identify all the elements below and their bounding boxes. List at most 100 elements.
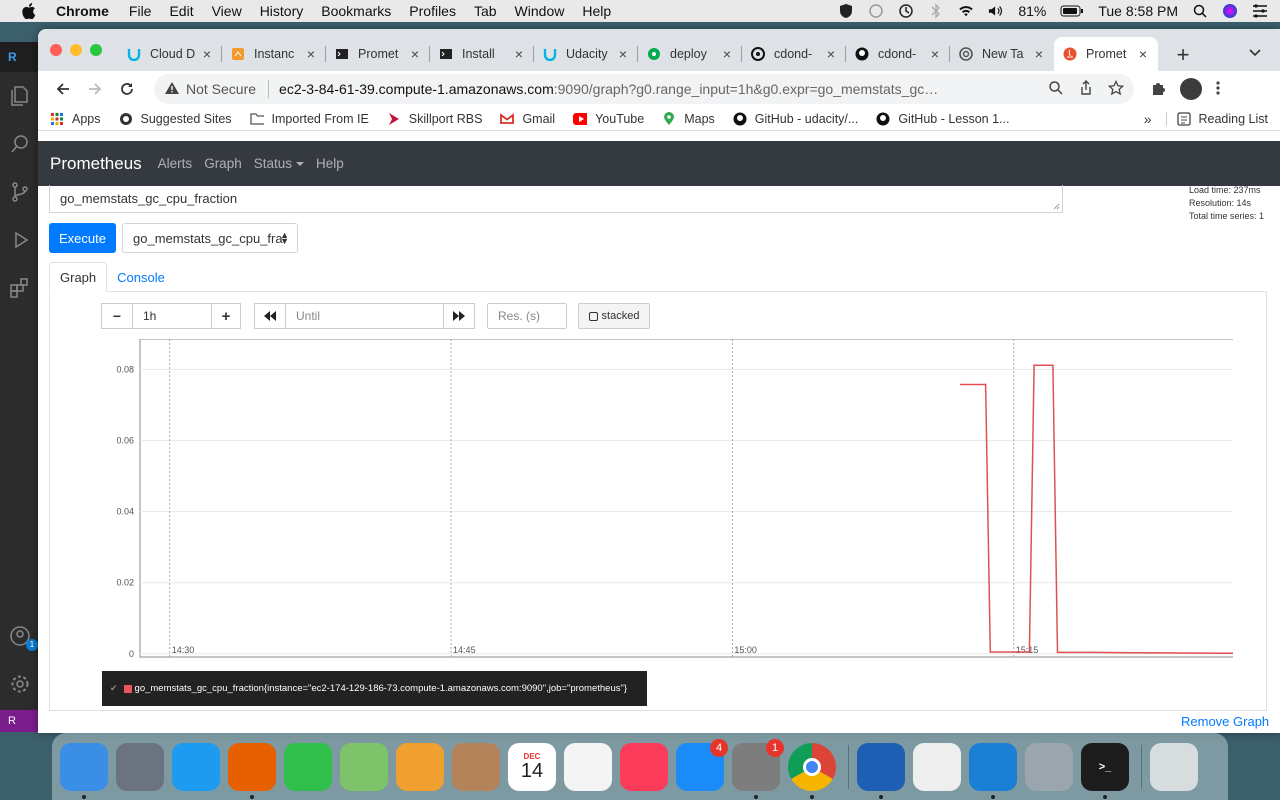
close-tab-icon[interactable]: × bbox=[304, 46, 318, 62]
time-machine-icon[interactable] bbox=[898, 4, 914, 18]
menu-history[interactable]: History bbox=[260, 3, 304, 19]
menu-file[interactable]: File bbox=[129, 3, 152, 19]
browser-tab[interactable]: Promet × bbox=[326, 37, 430, 71]
close-window-button[interactable] bbox=[50, 44, 62, 56]
browser-tab[interactable]: deploy × bbox=[638, 37, 742, 71]
manage-gear-icon[interactable] bbox=[0, 660, 40, 708]
bookmark-github-lesson[interactable]: GitHub - Lesson 1... bbox=[876, 112, 1009, 126]
app-store-icon[interactable]: 4 bbox=[676, 738, 728, 791]
contacts-icon[interactable] bbox=[452, 742, 500, 791]
facetime-icon[interactable] bbox=[284, 742, 332, 791]
until-input[interactable]: Until bbox=[286, 303, 444, 329]
browser-tab[interactable]: Cloud D × bbox=[118, 37, 222, 71]
terminal-icon[interactable]: >_ bbox=[1081, 742, 1129, 799]
forward-arrow-icon[interactable] bbox=[80, 74, 110, 104]
photos-icon[interactable] bbox=[396, 742, 444, 791]
prometheus-brand[interactable]: Prometheus bbox=[50, 154, 142, 174]
finder-icon[interactable] bbox=[60, 742, 108, 799]
menu-app-chrome[interactable]: Chrome bbox=[56, 3, 109, 19]
keychain-icon[interactable] bbox=[1025, 742, 1073, 791]
stacked-toggle-button[interactable]: stacked bbox=[578, 303, 650, 329]
browser-tab[interactable]: Instanc × bbox=[222, 37, 326, 71]
expression-input[interactable]: go_memstats_gc_cpu_fraction bbox=[49, 185, 1063, 213]
range-increase-button[interactable]: + bbox=[211, 303, 241, 329]
range-decrease-button[interactable]: − bbox=[101, 303, 133, 329]
accounts-icon[interactable]: 1 bbox=[0, 612, 40, 660]
security-status[interactable]: Not Secure bbox=[186, 81, 256, 97]
close-tab-icon[interactable]: × bbox=[1032, 46, 1046, 62]
close-tab-icon[interactable]: × bbox=[1136, 46, 1150, 62]
close-tab-icon[interactable]: × bbox=[512, 46, 526, 62]
spotlight-search-icon[interactable] bbox=[1192, 4, 1208, 18]
browser-tab[interactable]: New Ta × bbox=[950, 37, 1054, 71]
execute-button[interactable]: Execute bbox=[49, 223, 116, 253]
close-tab-icon[interactable]: × bbox=[408, 46, 422, 62]
control-center-icon[interactable] bbox=[1252, 4, 1268, 18]
legend-series-label[interactable]: go_memstats_gc_cpu_fraction{instance="ec… bbox=[135, 683, 627, 694]
bookmark-gmail[interactable]: Gmail bbox=[500, 112, 555, 126]
profile-avatar[interactable] bbox=[1180, 78, 1202, 100]
bookmark-imported-folder[interactable]: Imported From IE bbox=[249, 112, 369, 126]
multipass-icon[interactable] bbox=[857, 742, 905, 799]
minimize-window-button[interactable] bbox=[70, 44, 82, 56]
browser-tab[interactable]: cdond- × bbox=[846, 37, 950, 71]
fast-forward-button[interactable] bbox=[444, 303, 475, 329]
search-icon[interactable] bbox=[0, 120, 40, 168]
bookmark-skillport[interactable]: Skillport RBS bbox=[387, 112, 482, 126]
menu-view[interactable]: View bbox=[212, 3, 242, 19]
bookmark-star-icon[interactable] bbox=[1107, 79, 1125, 99]
calendar-icon[interactable]: DEC 14 bbox=[508, 742, 556, 791]
remove-graph-link[interactable]: Remove Graph bbox=[1181, 714, 1269, 729]
source-control-icon[interactable] bbox=[0, 168, 40, 216]
bookmarks-overflow-button[interactable]: » bbox=[1144, 111, 1152, 127]
tab-search-chevron-down-icon[interactable] bbox=[1248, 45, 1262, 59]
nav-graph[interactable]: Graph bbox=[204, 156, 242, 171]
explorer-icon[interactable] bbox=[0, 72, 40, 120]
rewind-button[interactable] bbox=[254, 303, 286, 329]
metric-graph[interactable]: 0 0.02 0.04 0.06 0.08 14:30 14:45 15:00 15:15 bbox=[63, 339, 1233, 669]
tab-console[interactable]: Console bbox=[107, 262, 175, 292]
close-tab-icon[interactable]: × bbox=[824, 46, 838, 62]
menu-bookmarks[interactable]: Bookmarks bbox=[321, 3, 391, 19]
run-debug-icon[interactable] bbox=[0, 216, 40, 264]
reload-icon[interactable] bbox=[112, 74, 142, 104]
textedit-icon[interactable] bbox=[913, 742, 961, 791]
menu-profiles[interactable]: Profiles bbox=[409, 3, 456, 19]
extensions-icon[interactable] bbox=[0, 264, 40, 312]
range-input[interactable]: 1h bbox=[133, 303, 211, 329]
warning-triangle-icon[interactable] bbox=[164, 81, 180, 98]
close-tab-icon[interactable]: × bbox=[616, 46, 630, 62]
menu-window[interactable]: Window bbox=[515, 3, 565, 19]
volume-icon[interactable] bbox=[988, 4, 1004, 18]
resolution-input[interactable]: Res. (s) bbox=[487, 303, 567, 329]
browser-tab[interactable]: cdond- × bbox=[742, 37, 846, 71]
firefox-icon[interactable] bbox=[228, 742, 276, 799]
address-bar[interactable]: Not Secure ec2-3-84-61-39.compute-1.amaz… bbox=[154, 74, 1134, 104]
nav-help[interactable]: Help bbox=[316, 156, 344, 171]
menu-edit[interactable]: Edit bbox=[169, 3, 193, 19]
chrome-icon[interactable] bbox=[788, 742, 836, 799]
more-menu-icon[interactable] bbox=[1216, 80, 1220, 99]
browser-tab-active[interactable]: Promet × bbox=[1054, 37, 1158, 71]
bookmark-maps[interactable]: Maps bbox=[662, 111, 715, 126]
legend-check-icon[interactable]: ✔ bbox=[110, 683, 118, 694]
new-tab-button[interactable]: + bbox=[1171, 42, 1195, 68]
apple-menu-icon[interactable] bbox=[20, 3, 38, 19]
maps-icon[interactable] bbox=[340, 742, 388, 791]
back-arrow-icon[interactable] bbox=[48, 74, 78, 104]
close-tab-icon[interactable]: × bbox=[720, 46, 734, 62]
nav-status-dropdown[interactable]: Status bbox=[254, 156, 304, 171]
vscode-icon[interactable] bbox=[969, 742, 1017, 799]
menu-help[interactable]: Help bbox=[582, 3, 611, 19]
reading-list-button[interactable]: Reading List bbox=[1165, 111, 1268, 126]
bookmark-apps[interactable]: Apps bbox=[50, 112, 101, 126]
nav-alerts[interactable]: Alerts bbox=[158, 156, 193, 171]
vscode-status-remote[interactable]: R bbox=[0, 710, 40, 732]
system-preferences-icon[interactable]: 1 bbox=[732, 738, 784, 799]
bookmark-youtube[interactable]: YouTube bbox=[573, 112, 644, 126]
close-tab-icon[interactable]: × bbox=[200, 46, 214, 62]
extensions-puzzle-icon[interactable] bbox=[1150, 80, 1166, 99]
bookmark-suggested-sites[interactable]: Suggested Sites bbox=[119, 112, 232, 126]
reminders-icon[interactable] bbox=[564, 742, 612, 791]
resize-handle-icon[interactable] bbox=[1053, 203, 1060, 210]
